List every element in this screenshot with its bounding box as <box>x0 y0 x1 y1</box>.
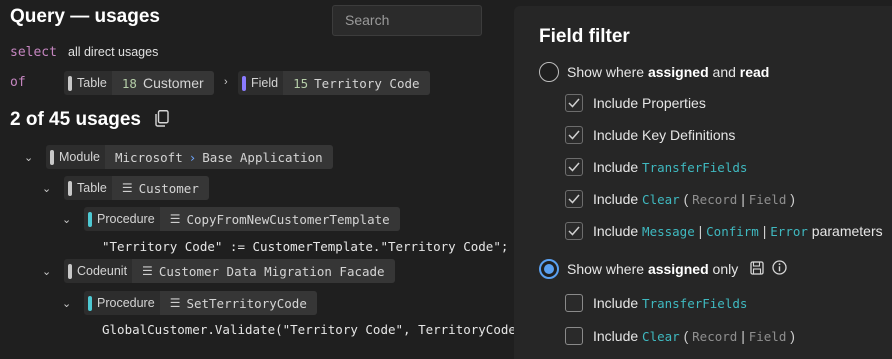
usage-count: 2 of 45 usages <box>10 109 141 130</box>
table-node-color-bar <box>68 180 72 196</box>
module-publisher: Microsoft <box>115 149 183 165</box>
check-icon <box>568 98 580 108</box>
list-icon: ☰ <box>169 296 181 310</box>
save-icon <box>750 260 764 278</box>
procedure-chip[interactable]: Procedure ☰ SetTerritoryCode <box>84 291 317 315</box>
check-icon <box>568 194 580 204</box>
radio-assigned-and-read[interactable]: Show where assigned and read <box>539 62 769 82</box>
table-node-name: Customer <box>138 180 199 196</box>
procedure-name: CopyFromNewCustomerTemplate <box>186 211 390 227</box>
field-color-bar <box>242 75 246 91</box>
codeunit-chip[interactable]: Codeunit ☰ Customer Data Migration Facad… <box>64 259 395 283</box>
checkbox-label: Include Message | Confirm | Error parame… <box>593 223 883 239</box>
field-chip-id: 15 <box>293 75 309 91</box>
checkbox[interactable] <box>565 126 583 144</box>
procedure-color-bar <box>88 211 92 227</box>
table-color-bar <box>68 75 72 91</box>
checkbox-include-message-confirm-error[interactable]: Include Message | Confirm | Error parame… <box>565 222 883 240</box>
check-icon <box>568 162 580 172</box>
chevron-down-icon[interactable]: ⌄ <box>62 297 71 310</box>
module-name: Base Application <box>202 149 323 165</box>
table-chip-id: 18 <box>121 75 137 91</box>
info-icon[interactable] <box>772 260 787 278</box>
chevron-down-icon[interactable]: ⌄ <box>42 265 51 278</box>
checkbox-label: Include TransferFields <box>593 295 748 311</box>
codeunit-name: Customer Data Migration Facade <box>158 263 385 279</box>
checkbox[interactable] <box>565 190 583 208</box>
checkbox-include-clear[interactable]: Include Clear ( Record | Field ) <box>565 190 795 208</box>
checkbox[interactable] <box>565 222 583 240</box>
radio-assigned-only[interactable]: Show where assigned only <box>539 259 787 279</box>
table-chip-kind: Table <box>77 76 107 90</box>
checkbox-label: Include Clear ( Record | Field ) <box>593 191 795 207</box>
filter-title: Field filter <box>539 26 630 47</box>
table-node-chip[interactable]: Table ☰ Customer <box>64 176 209 200</box>
list-icon: ☰ <box>142 264 153 278</box>
of-keyword: of <box>10 75 26 90</box>
table-chip-name: Customer <box>142 75 204 91</box>
checkbox[interactable] <box>565 327 583 345</box>
check-icon <box>568 130 580 140</box>
table-chip[interactable]: Table 18 Customer <box>64 71 214 95</box>
codeunit-kind: Codeunit <box>77 264 128 278</box>
codeunit-color-bar <box>68 263 72 279</box>
radio-circle-selected[interactable] <box>539 259 559 279</box>
procedure-kind: Procedure <box>97 212 155 226</box>
select-scope: all direct usages <box>68 45 159 59</box>
code-line[interactable]: GlobalCustomer.Validate("Territory Code"… <box>102 322 523 337</box>
module-kind: Module <box>59 150 100 164</box>
page-title: Query — usages <box>10 6 160 27</box>
field-chip[interactable]: Field 15 Territory Code <box>238 71 430 95</box>
module-chip[interactable]: Module Microsoft › Base Application <box>46 145 333 169</box>
chevron-down-icon[interactable]: ⌄ <box>24 151 33 164</box>
search-input[interactable]: Search <box>332 5 482 36</box>
module-color-bar <box>50 149 54 165</box>
checkbox[interactable] <box>565 94 583 112</box>
procedure-name: SetTerritoryCode <box>186 295 307 311</box>
check-icon <box>568 226 580 236</box>
select-keyword: select <box>10 45 57 60</box>
procedure-chip[interactable]: Procedure ☰ CopyFromNewCustomerTemplate <box>84 207 400 231</box>
chevron-down-icon[interactable]: ⌄ <box>62 213 71 226</box>
checkbox-include-transferfields-assigned[interactable]: Include TransferFields <box>565 294 747 312</box>
field-chip-name: Territory Code <box>314 75 420 91</box>
radio-circle[interactable] <box>539 62 559 82</box>
checkbox-include-clear-assigned[interactable]: Include Clear ( Record | Field ) <box>565 327 795 345</box>
module-separator: › <box>188 149 197 165</box>
checkbox[interactable] <box>565 158 583 176</box>
checkbox-label: Include Clear ( Record | Field ) <box>593 328 795 344</box>
list-icon: ☰ <box>121 181 133 195</box>
chevron-down-icon[interactable]: ⌄ <box>42 182 51 195</box>
field-chip-kind: Field <box>251 76 279 90</box>
procedure-color-bar <box>88 295 92 311</box>
copy-icon[interactable] <box>155 110 169 132</box>
checkbox-label: Include Properties <box>593 95 706 111</box>
checkbox-include-key-definitions[interactable]: Include Key Definitions <box>565 126 735 144</box>
option-label: Show where assigned only <box>567 261 739 277</box>
option-label: Show where assigned and read <box>567 64 770 80</box>
checkbox-include-transferfields[interactable]: Include TransferFields <box>565 158 747 176</box>
list-icon: ☰ <box>169 212 181 226</box>
table-node-kind: Table <box>77 181 107 195</box>
checkbox[interactable] <box>565 294 583 312</box>
chevron-right-icon: › <box>224 76 228 88</box>
checkbox-include-properties[interactable]: Include Properties <box>565 94 706 112</box>
code-line[interactable]: "Territory Code" := CustomerTemplate."Te… <box>102 239 508 254</box>
procedure-kind: Procedure <box>97 296 155 310</box>
checkbox-label: Include TransferFields <box>593 159 748 175</box>
checkbox-label: Include Key Definitions <box>593 127 736 143</box>
